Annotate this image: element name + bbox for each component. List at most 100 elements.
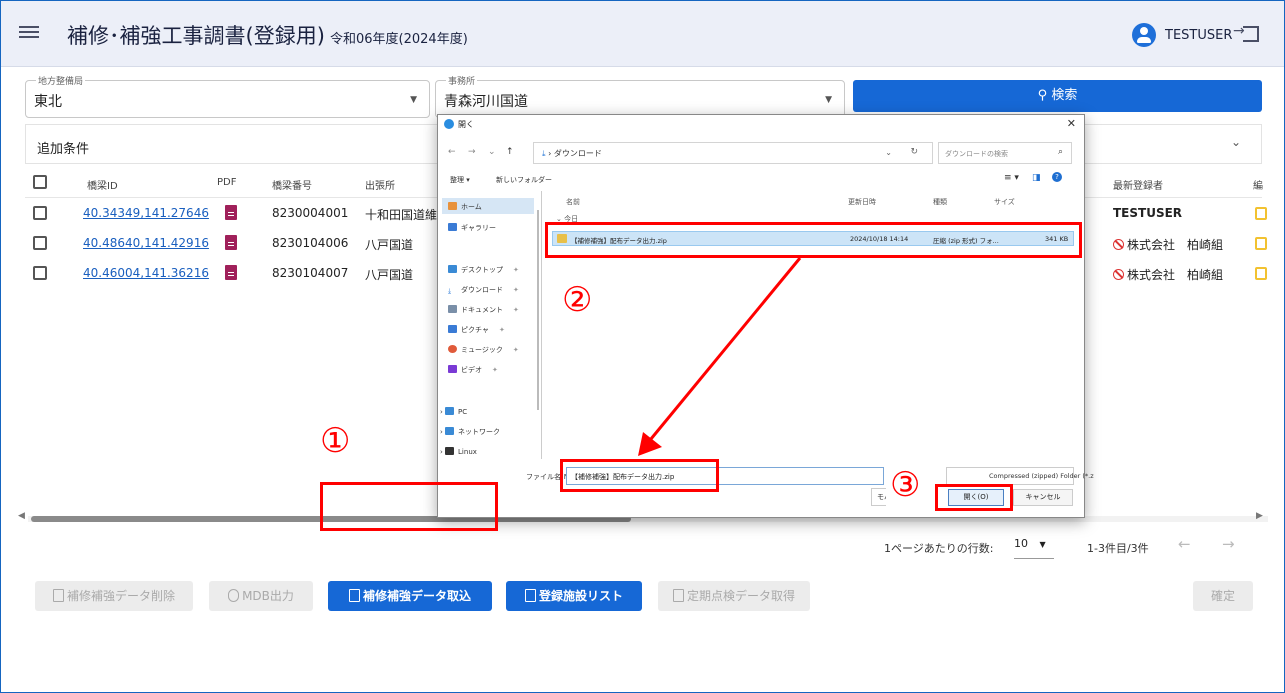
chevron-down-icon[interactable]: ⌄ xyxy=(1231,135,1241,149)
open-file-dialog: 開く ✕ ← → ⌄ ↑ ⤓ › ダウンロード ⌄ ↻ ダウンロードの検索 ⌕ … xyxy=(437,114,1094,518)
search-icon: ⚲ xyxy=(1037,88,1052,103)
address-dropdown-icon[interactable]: ⌄ xyxy=(885,148,892,157)
database-icon xyxy=(228,589,240,602)
filetype-select[interactable]: Compressed (zipped) Folder (*.z xyxy=(946,467,1094,485)
office-select[interactable]: 事務所 青森河川国道 ▼ xyxy=(435,74,845,118)
region-select[interactable]: 地方整備局 東北 ▼ xyxy=(25,74,430,118)
periodic-inspection-button[interactable]: 定期点検データ取得 xyxy=(658,581,810,611)
dialog-search-input[interactable]: ダウンロードの検索 ⌕ xyxy=(938,142,1072,164)
address-bar[interactable]: ⤓ › ダウンロード ⌄ ↻ xyxy=(533,142,933,164)
annotation-box-filename xyxy=(560,459,719,492)
col-edit[interactable]: 編 xyxy=(1253,177,1263,192)
nav-pane-scrollbar[interactable] xyxy=(537,210,539,410)
history-chevron-icon[interactable]: ⌄ xyxy=(488,147,496,157)
annotation-box-3 xyxy=(935,484,1013,511)
nav-music[interactable]: ミュージック ✦ xyxy=(448,345,519,355)
col-size-header[interactable]: サイズ xyxy=(994,197,1015,207)
close-icon[interactable]: ✕ xyxy=(1067,117,1076,130)
registrant-name: 株式会社 柏崎組 xyxy=(1127,268,1224,282)
nav-videos[interactable]: ビデオ ✦ xyxy=(448,365,498,375)
registrant: TESTUSER xyxy=(1113,206,1183,220)
search-button[interactable]: ⚲ 検索 xyxy=(853,80,1262,112)
prohibited-icon xyxy=(1113,239,1124,250)
annotation-step-3: ③ xyxy=(886,466,925,508)
view-menu-icon[interactable]: ≡ ▾ xyxy=(1004,173,1019,183)
refresh-icon[interactable]: ↻ xyxy=(910,147,918,157)
facility-list-label: 登録施設リスト xyxy=(538,589,623,603)
search-icon: ⌕ xyxy=(1057,147,1063,157)
nav-desktop[interactable]: デスクトップ ✦ xyxy=(448,265,519,275)
periodic-inspection-label: 定期点検データ取得 xyxy=(686,589,795,603)
annotation-box-1 xyxy=(320,482,498,531)
col-pdf[interactable]: PDF xyxy=(217,177,236,188)
help-icon[interactable]: ? xyxy=(1052,172,1062,182)
bridge-id-link[interactable]: 40.34349,141.27646 xyxy=(83,206,209,220)
nav-network[interactable]: › ネットワーク xyxy=(440,427,500,437)
up-icon[interactable]: ↑ xyxy=(506,147,514,157)
nav-gallery[interactable]: ギャラリー xyxy=(448,223,496,233)
pdf-icon[interactable] xyxy=(225,265,237,280)
row-checkbox[interactable] xyxy=(33,206,47,220)
select-all-checkbox[interactable] xyxy=(33,175,47,189)
logout-icon[interactable] xyxy=(1233,23,1259,42)
scroll-left-icon[interactable]: ◀ xyxy=(18,511,25,521)
edit-icon[interactable] xyxy=(1255,267,1267,280)
row-checkbox[interactable] xyxy=(33,236,47,250)
preview-pane-icon[interactable]: ◨ xyxy=(1032,173,1041,183)
bridge-number: 8230104006 xyxy=(272,236,349,250)
region-label: 地方整備局 xyxy=(36,74,86,87)
col-bridge-number[interactable]: 橋梁番号 xyxy=(272,177,312,192)
col-name-header[interactable]: 名前 xyxy=(566,197,580,207)
nav-linux[interactable]: › Linux xyxy=(440,447,477,457)
gallery-icon xyxy=(448,223,457,231)
pin-icon: ✦ xyxy=(513,286,519,294)
next-page-icon[interactable]: → xyxy=(1222,535,1235,553)
col-latest-registrant[interactable]: 最新登録者 xyxy=(1113,177,1163,192)
rows-per-page-select[interactable]: 10 ▼ xyxy=(1014,537,1054,559)
pdf-icon[interactable] xyxy=(225,235,237,250)
import-data-button[interactable]: 補修補強データ取込 xyxy=(328,581,492,611)
bridge-number: 8230004001 xyxy=(272,206,349,220)
col-bridge-id[interactable]: 橋梁ID xyxy=(87,177,118,192)
annotation-step-2: ② xyxy=(562,280,593,320)
col-date-header[interactable]: 更新日時 xyxy=(848,197,876,207)
col-type-header[interactable]: 種類 xyxy=(933,197,947,207)
linux-icon xyxy=(445,447,455,455)
confirm-button[interactable]: 確定 xyxy=(1193,581,1253,611)
pdf-icon[interactable] xyxy=(225,205,237,220)
edit-icon[interactable] xyxy=(1255,207,1267,220)
nav-documents[interactable]: ドキュメント ✦ xyxy=(448,305,519,315)
facility-list-button[interactable]: 登録施設リスト xyxy=(506,581,642,611)
back-icon[interactable]: ← xyxy=(448,147,456,157)
download-icon: ⤓ xyxy=(448,287,452,295)
forward-icon[interactable]: → xyxy=(468,147,476,157)
nav-music-label: ミュージック xyxy=(461,346,503,354)
nav-documents-label: ドキュメント xyxy=(461,306,503,314)
delete-data-button[interactable]: 補修補強データ削除 xyxy=(35,581,193,611)
user-avatar-icon[interactable] xyxy=(1132,23,1156,47)
row-checkbox[interactable] xyxy=(33,266,47,280)
organize-menu[interactable]: 整理 ▾ xyxy=(450,175,470,185)
col-office[interactable]: 出張所 xyxy=(365,177,395,192)
edit-icon[interactable] xyxy=(1255,237,1267,250)
nav-downloads[interactable]: ⤓ ダウンロード ✦ xyxy=(448,285,519,295)
bridge-id-link[interactable]: 40.46004,141.36216 xyxy=(83,266,209,280)
filetype-value: Compressed (zipped) Folder (*.z xyxy=(989,472,1094,480)
desktop-icon xyxy=(448,265,457,273)
scroll-right-icon[interactable]: ▶ xyxy=(1256,511,1263,521)
pc-icon xyxy=(445,407,455,415)
navigation-pane: ホーム ギャラリー デスクトップ ✦ ⤓ ダウンロード ✦ ドキュメント ✦ ピクチャ ✦… xyxy=(438,191,542,459)
new-folder-button[interactable]: 新しいフォルダー xyxy=(496,175,552,185)
list-icon xyxy=(524,589,536,602)
delete-data-label: 補修補強データ削除 xyxy=(66,589,175,603)
menu-icon[interactable] xyxy=(19,23,39,43)
prev-page-icon[interactable]: ← xyxy=(1178,535,1191,553)
bridge-id-link[interactable]: 40.48640,141.42916 xyxy=(83,236,209,250)
nav-home[interactable]: ホーム xyxy=(448,202,482,212)
mdb-export-button[interactable]: MDB出力 xyxy=(209,581,313,611)
nav-pictures[interactable]: ピクチャ ✦ xyxy=(448,325,505,335)
nav-pc[interactable]: › PC xyxy=(440,407,467,416)
cancel-button[interactable]: キャンセル xyxy=(1013,489,1073,506)
search-button-label: 検索 xyxy=(1051,88,1078,103)
office-value: 青森河川国道 xyxy=(444,94,528,110)
